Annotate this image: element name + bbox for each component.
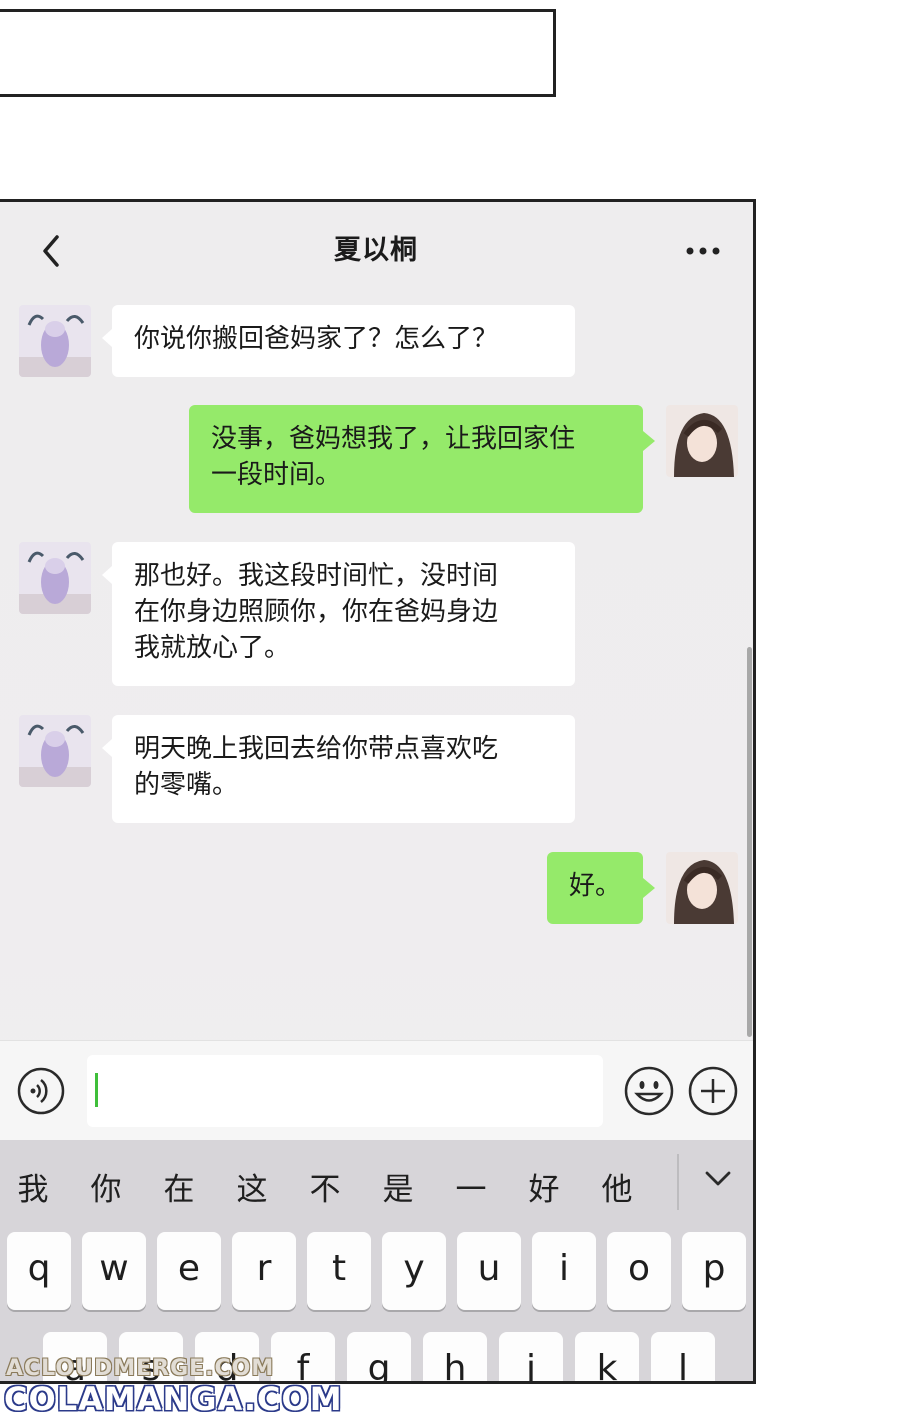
- key-o[interactable]: o: [607, 1232, 671, 1310]
- message-text: 好。: [569, 871, 622, 901]
- message-text: 你说你搬回爸妈家了？怎么了？: [134, 324, 499, 354]
- message-bubble-incoming[interactable]: 你说你搬回爸妈家了？怎么了？: [102, 305, 575, 377]
- key-f[interactable]: f: [271, 1332, 335, 1381]
- smiley-icon[interactable]: [623, 1065, 675, 1117]
- candidate-word[interactable]: 他: [597, 1164, 637, 1209]
- candidate-word[interactable]: 好: [524, 1164, 564, 1209]
- comic-panel-frame: [0, 9, 556, 97]
- voice-icon[interactable]: [16, 1066, 66, 1116]
- message-text: 在你身边照顾你，你在爸妈身边: [134, 597, 499, 627]
- chevron-down-icon[interactable]: [703, 1168, 733, 1190]
- my-avatar[interactable]: [666, 852, 738, 924]
- message-text: 的零嘴。: [134, 770, 239, 800]
- chat-title: 夏以桐: [334, 235, 418, 266]
- key-l[interactable]: l: [651, 1332, 715, 1381]
- key-h[interactable]: h: [423, 1332, 487, 1381]
- plus-icon[interactable]: [687, 1065, 739, 1117]
- keyboard: 我 你 在 这 不 是 一 好 他 q w e r t y u i o p a …: [0, 1140, 753, 1381]
- key-r[interactable]: r: [232, 1232, 296, 1310]
- message-text: 那也好。我这段时间忙，没时间: [134, 561, 499, 591]
- message-bubble-outgoing[interactable]: 没事，爸妈想我了，让我回家住 一段时间。: [189, 405, 655, 513]
- contact-avatar[interactable]: [19, 305, 91, 377]
- candidate-word[interactable]: 是: [378, 1164, 418, 1209]
- key-i[interactable]: i: [532, 1232, 596, 1310]
- key-k[interactable]: k: [575, 1332, 639, 1381]
- contact-avatar[interactable]: [19, 542, 91, 614]
- key-q[interactable]: q: [7, 1232, 71, 1310]
- key-t[interactable]: t: [307, 1232, 371, 1310]
- key-g[interactable]: g: [347, 1332, 411, 1381]
- key-y[interactable]: y: [382, 1232, 446, 1310]
- key-w[interactable]: w: [82, 1232, 146, 1310]
- message-text: 明天晚上我回去给你带点喜欢吃: [134, 734, 499, 764]
- message-text: 一段时间。: [211, 460, 342, 490]
- watermark-small: ACLOUDMERGE.COM: [6, 1356, 275, 1381]
- candidate-word[interactable]: 在: [159, 1164, 199, 1209]
- text-caret: [95, 1073, 98, 1107]
- ellipsis-icon[interactable]: [685, 246, 721, 256]
- watermark: COLAMANGA.COM: [4, 1380, 343, 1418]
- key-j[interactable]: j: [499, 1332, 563, 1381]
- message-input-bar: [0, 1040, 753, 1141]
- message-bubble-incoming[interactable]: 明天晚上我回去给你带点喜欢吃 的零嘴。: [102, 715, 575, 823]
- candidate-word[interactable]: 我: [13, 1164, 53, 1209]
- chat-screen: 夏以桐 你说你搬回爸妈家了？怎么了？ 没事，爸妈想我了，让我回家住 一段时间。: [0, 199, 756, 1384]
- message-bubble-outgoing[interactable]: 好。: [547, 852, 655, 924]
- chat-header: 夏以桐: [0, 202, 753, 298]
- candidate-word[interactable]: 你: [86, 1164, 126, 1209]
- message-text: 没事，爸妈想我了，让我回家住: [211, 424, 576, 454]
- key-p[interactable]: p: [682, 1232, 746, 1310]
- message-bubble-incoming[interactable]: 那也好。我这段时间忙，没时间 在你身边照顾你，你在爸妈身边 我就放心了。: [102, 542, 575, 686]
- message-text: 我就放心了。: [134, 633, 291, 663]
- message-input[interactable]: [87, 1055, 603, 1127]
- key-e[interactable]: e: [157, 1232, 221, 1310]
- candidate-bar: 我 你 在 这 不 是 一 好 他: [0, 1140, 753, 1230]
- my-avatar[interactable]: [666, 405, 738, 477]
- contact-avatar[interactable]: [19, 715, 91, 787]
- chat-scrollbar[interactable]: [747, 647, 752, 1037]
- candidate-word[interactable]: 不: [305, 1164, 345, 1209]
- candidate-divider: [677, 1154, 679, 1210]
- candidate-word[interactable]: 这: [232, 1164, 272, 1209]
- key-u[interactable]: u: [457, 1232, 521, 1310]
- candidate-word[interactable]: 一: [451, 1164, 491, 1209]
